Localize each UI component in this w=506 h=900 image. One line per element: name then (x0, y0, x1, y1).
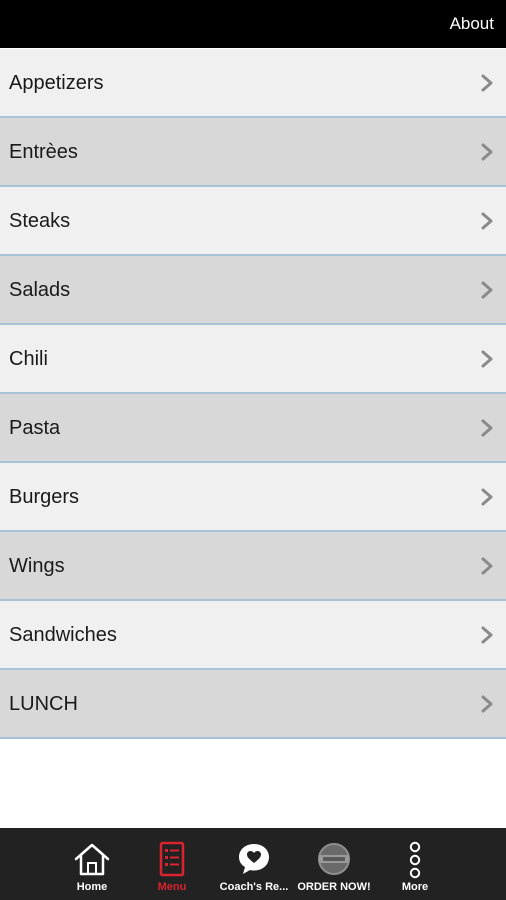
tab-more[interactable]: More (376, 828, 454, 900)
menu-item-chili[interactable]: Chili (0, 325, 506, 394)
tab-menu[interactable]: Menu (132, 828, 212, 900)
top-bar: About (0, 0, 506, 48)
tab-label: Coach's Re... (219, 881, 289, 893)
menu-item-label: Chili (9, 348, 48, 370)
menu-item-label: Sandwiches (9, 624, 117, 646)
chevron-right-icon (481, 143, 493, 161)
menu-item-label: Steaks (9, 210, 71, 232)
about-link[interactable]: About (450, 14, 494, 34)
chevron-right-icon (481, 74, 493, 92)
menu-item-label: Salads (9, 279, 71, 301)
chevron-right-icon (481, 695, 493, 713)
tab-label: More (401, 881, 429, 893)
chevron-right-icon (481, 557, 493, 575)
tab-label: Home (76, 881, 108, 893)
chevron-right-icon (481, 488, 493, 506)
chevron-right-icon (481, 350, 493, 368)
heart-chat-icon (239, 844, 269, 874)
menu-item-label: Appetizers (9, 72, 104, 94)
menu-item-entrees[interactable]: Entrèes (0, 118, 506, 187)
menu-item-lunch[interactable]: LUNCH (0, 670, 506, 739)
tab-label: Menu (157, 881, 187, 893)
home-icon (74, 843, 110, 876)
chevron-right-icon (481, 626, 493, 644)
menu-item-label: Entrèes (9, 141, 78, 163)
more-vertical-icon (409, 841, 421, 879)
menu-item-sandwiches[interactable]: Sandwiches (0, 601, 506, 670)
tab-home[interactable]: Home (52, 828, 132, 900)
tab-coachs-reviews[interactable]: Coach's Re... (214, 828, 294, 900)
tab-order-now[interactable]: ORDER NOW! (294, 828, 374, 900)
menu-item-appetizers[interactable]: Appetizers (0, 49, 506, 118)
logo-badge-icon (318, 843, 350, 875)
menu-item-wings[interactable]: Wings (0, 532, 506, 601)
chevron-right-icon (481, 281, 493, 299)
tab-label: ORDER NOW! (297, 881, 371, 893)
menu-item-steaks[interactable]: Steaks (0, 187, 506, 256)
bottom-tab-bar: Home Menu Coach's Re... ORDER NOW! More (0, 828, 506, 900)
menu-item-label: Pasta (9, 417, 61, 439)
menu-item-salads[interactable]: Salads (0, 256, 506, 325)
chevron-right-icon (481, 419, 493, 437)
menu-item-burgers[interactable]: Burgers (0, 463, 506, 532)
chevron-right-icon (481, 212, 493, 230)
menu-item-label: LUNCH (9, 693, 78, 715)
menu-item-label: Wings (9, 555, 65, 577)
menu-category-list: Appetizers Entrèes Steaks Salads Chili P… (0, 49, 506, 739)
menu-list-icon (159, 841, 185, 877)
menu-item-pasta[interactable]: Pasta (0, 394, 506, 463)
menu-item-label: Burgers (9, 486, 80, 508)
